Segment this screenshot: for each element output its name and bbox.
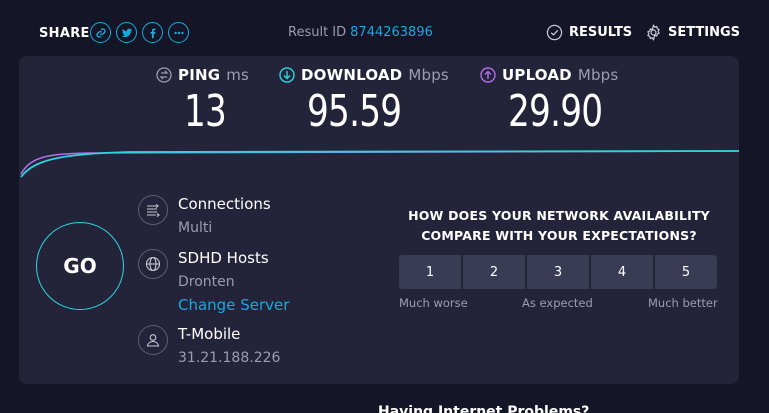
host-title: SDHD Hosts — [178, 249, 269, 267]
survey-question-line2: COMPARE WITH YOUR EXPECTATIONS? — [421, 228, 697, 243]
upload-label: UPLOAD — [502, 66, 572, 84]
download-unit: Mbps — [408, 66, 449, 84]
result-id-label: Result ID — [288, 25, 347, 40]
survey-question-line1: HOW DOES YOUR NETWORK AVAILABILITY — [408, 208, 710, 223]
globe-icon-wrap — [138, 249, 168, 279]
download-label: DOWNLOAD — [301, 66, 403, 84]
upload-graph-line — [20, 150, 739, 175]
download-value: 95.59 — [307, 86, 402, 137]
link-icon[interactable] — [90, 22, 111, 43]
ping-header: PING ms — [156, 66, 249, 84]
rating-high-label: Much better — [648, 296, 718, 310]
ping-unit: ms — [226, 66, 250, 84]
more-icon[interactable] — [168, 22, 189, 43]
rating-option-5[interactable]: 5 — [655, 255, 717, 289]
twitter-icon[interactable] — [116, 22, 137, 43]
user-icon-wrap — [138, 325, 168, 355]
download-header: DOWNLOAD Mbps — [279, 66, 449, 84]
download-graph-line — [20, 150, 739, 178]
rating-mid-label: As expected — [522, 296, 593, 310]
gear-icon — [647, 24, 660, 41]
isp-name: T-Mobile — [178, 325, 241, 343]
results-button[interactable]: RESULTS — [546, 24, 632, 41]
globe-icon — [145, 256, 161, 272]
download-metric: DOWNLOAD Mbps 95.59 — [279, 66, 449, 137]
change-server-link[interactable]: Change Server — [178, 296, 289, 314]
result-id-link[interactable]: 8744263896 — [350, 25, 433, 40]
internet-problems-heading: Having Internet Problems? — [378, 404, 590, 413]
ping-icon — [156, 67, 172, 83]
rating-low-label: Much worse — [399, 296, 468, 310]
upload-unit: Mbps — [577, 66, 619, 84]
survey-question: HOW DOES YOUR NETWORK AVAILABILITY COMPA… — [399, 206, 719, 246]
rating-option-1[interactable]: 1 — [399, 255, 461, 289]
ping-label: PING — [178, 66, 221, 84]
upload-header: UPLOAD Mbps — [480, 66, 629, 84]
results-label: RESULTS — [569, 25, 633, 40]
upload-value: 29.90 — [508, 86, 603, 137]
rating-option-2[interactable]: 2 — [463, 255, 525, 289]
connections-title: Connections — [178, 195, 271, 213]
rating-option-3[interactable]: 3 — [527, 255, 589, 289]
connections-icon-wrap — [138, 195, 168, 225]
host-location: Dronten — [178, 274, 235, 290]
upload-icon — [480, 67, 496, 83]
user-icon — [146, 334, 160, 347]
ping-metric: PING ms 13 — [156, 66, 249, 137]
upload-metric: UPLOAD Mbps 29.90 — [480, 66, 629, 137]
rating-option-4[interactable]: 4 — [591, 255, 653, 289]
facebook-icon[interactable] — [142, 22, 163, 43]
result-id: Result ID 8744263896 — [288, 25, 433, 40]
connections-value: Multi — [178, 220, 213, 236]
ping-value: 13 — [184, 86, 227, 137]
settings-button[interactable]: SETTINGS — [645, 24, 740, 41]
go-button[interactable]: GO — [36, 222, 124, 310]
check-circle-icon — [546, 24, 563, 41]
share-label: SHARE — [39, 26, 90, 41]
settings-label: SETTINGS — [668, 25, 741, 40]
rating-scale: 1 2 3 4 5 — [399, 255, 717, 289]
share-icons — [90, 22, 189, 43]
speed-graph — [20, 150, 739, 178]
download-icon — [279, 67, 295, 83]
ip-address: 31.21.188.226 — [178, 350, 281, 366]
connections-icon — [147, 204, 160, 217]
results-card: PING ms 13 DOWNLOAD Mbps 95.59 UPLOAD Mb… — [19, 56, 739, 384]
